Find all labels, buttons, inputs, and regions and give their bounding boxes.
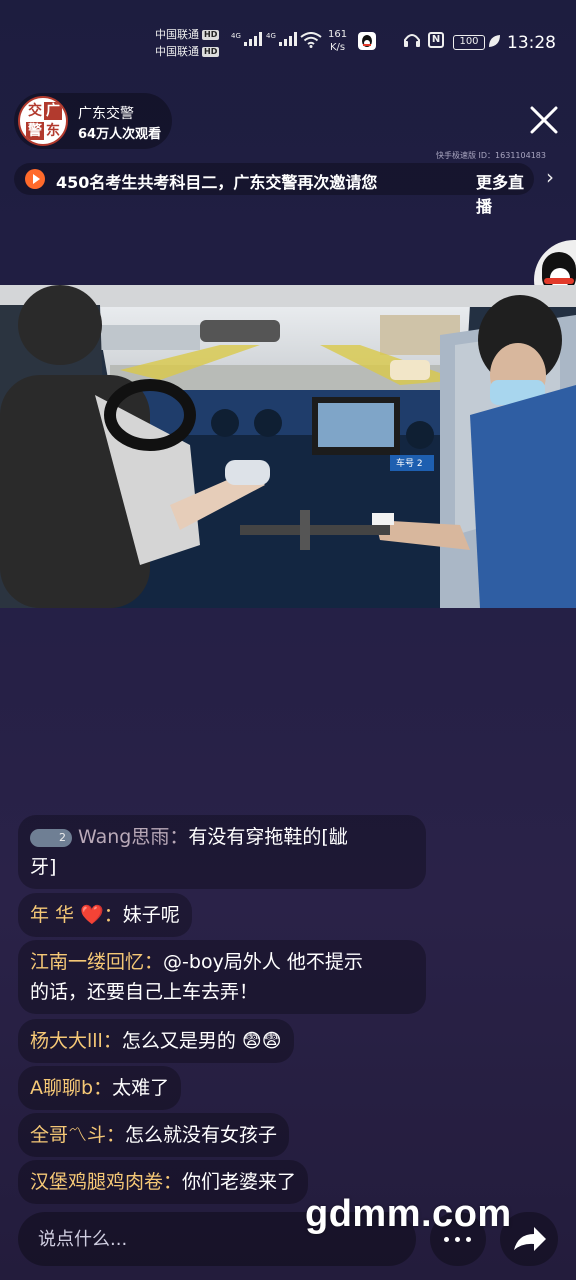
- live-title: 450名考生共考科目二，广东交警再次邀请您: [56, 173, 378, 192]
- battery-indicator: 100: [453, 35, 485, 50]
- car-number-tag: 车号 2: [396, 459, 423, 469]
- comment-text: @-boy局外人 他不提示: [163, 951, 363, 973]
- comment-item[interactable]: A聊聊b：太难了: [18, 1066, 182, 1110]
- signal-icon-1: 4G: [231, 32, 262, 46]
- comment-username[interactable]: 杨大大lll: [30, 1030, 103, 1052]
- comment-text-line2: 的话，还要自己上车去弄！: [30, 981, 259, 1003]
- streamer-info[interactable]: 交 广 警 东 广东交警 64万人次观看: [14, 93, 172, 149]
- headset-icon: [404, 34, 420, 47]
- comment-text: 妹子呢: [122, 904, 180, 926]
- comment-item[interactable]: 2 Wang思雨：有没有穿拖鞋的[龇 牙]: [18, 815, 426, 889]
- comment-text: 怎么又是男的 😨😨: [121, 1030, 282, 1052]
- app-version-id: 快手极速版 ID：1631104183: [436, 151, 546, 160]
- carrier-2: 中国联通: [155, 45, 199, 58]
- user-level-badge: 2: [30, 829, 72, 847]
- comment-item[interactable]: 汉堡鸡腿鸡肉卷：你们老婆来了: [18, 1160, 309, 1204]
- comment-username[interactable]: 汉堡鸡腿鸡肉卷: [30, 1171, 163, 1193]
- close-icon[interactable]: [524, 100, 564, 140]
- live-video[interactable]: 车号 2: [0, 285, 576, 608]
- comment-text: 有没有穿拖鞋的[龇: [188, 826, 348, 848]
- comment-text-line2: 牙]: [30, 856, 57, 878]
- nfc-icon: N: [428, 32, 444, 48]
- comment-text: 怎么就没有女孩子: [125, 1124, 278, 1146]
- hd-badge-2: HD: [202, 46, 220, 57]
- comment-username[interactable]: 年 华: [30, 904, 74, 926]
- view-count: 64万人次观看: [78, 127, 162, 142]
- avatar[interactable]: 交 广 警 东: [18, 96, 68, 146]
- live-title-banner[interactable]: 450名考生共考科目二，广东交警再次邀请您 更多直播: [14, 163, 534, 216]
- chevron-right-icon[interactable]: ›: [546, 165, 554, 189]
- comment-item[interactable]: 全哥〽斗：怎么就没有女孩子: [18, 1113, 290, 1157]
- signal-icon-2: 4G: [266, 32, 297, 46]
- comment-text: 你们老婆来了: [182, 1171, 297, 1193]
- power-saving-leaf-icon: [489, 35, 500, 47]
- comment-username[interactable]: 全哥〽斗: [30, 1124, 106, 1146]
- comment-item[interactable]: 杨大大lll：怎么又是男的 😨😨: [18, 1019, 294, 1063]
- heart-icon: ❤️: [80, 904, 104, 926]
- carrier-1: 中国联通: [155, 28, 199, 41]
- qq-notification-icon: [358, 32, 376, 50]
- comment-username[interactable]: A聊聊b: [30, 1077, 93, 1099]
- comment-item[interactable]: 年 华 ❤️：妹子呢: [18, 893, 192, 937]
- play-icon: [25, 169, 45, 189]
- hd-badge-1: HD: [202, 29, 220, 40]
- video-frame: [0, 285, 576, 608]
- wifi-icon: [300, 32, 322, 48]
- streamer-name: 广东交警: [78, 106, 134, 122]
- more-live-link[interactable]: 更多直播: [476, 169, 534, 217]
- clock: 13:28: [507, 33, 556, 53]
- comment-username[interactable]: Wang思雨: [78, 826, 169, 848]
- comment-text: 太难了: [112, 1077, 170, 1099]
- network-speed: 161 K/s: [328, 29, 348, 53]
- watermark: gdmm.com: [305, 1193, 512, 1235]
- comment-username[interactable]: 江南一缕回忆: [30, 951, 144, 973]
- status-bar: 中国联通 HD 中国联通 HD 4G 4G 161 K/s N 100 13:28: [0, 0, 576, 86]
- carrier-info: 中国联通 HD 中国联通 HD: [155, 26, 220, 60]
- comment-item[interactable]: 江南一缕回忆：@-boy局外人 他不提示 的话，还要自己上车去弄！: [18, 940, 426, 1014]
